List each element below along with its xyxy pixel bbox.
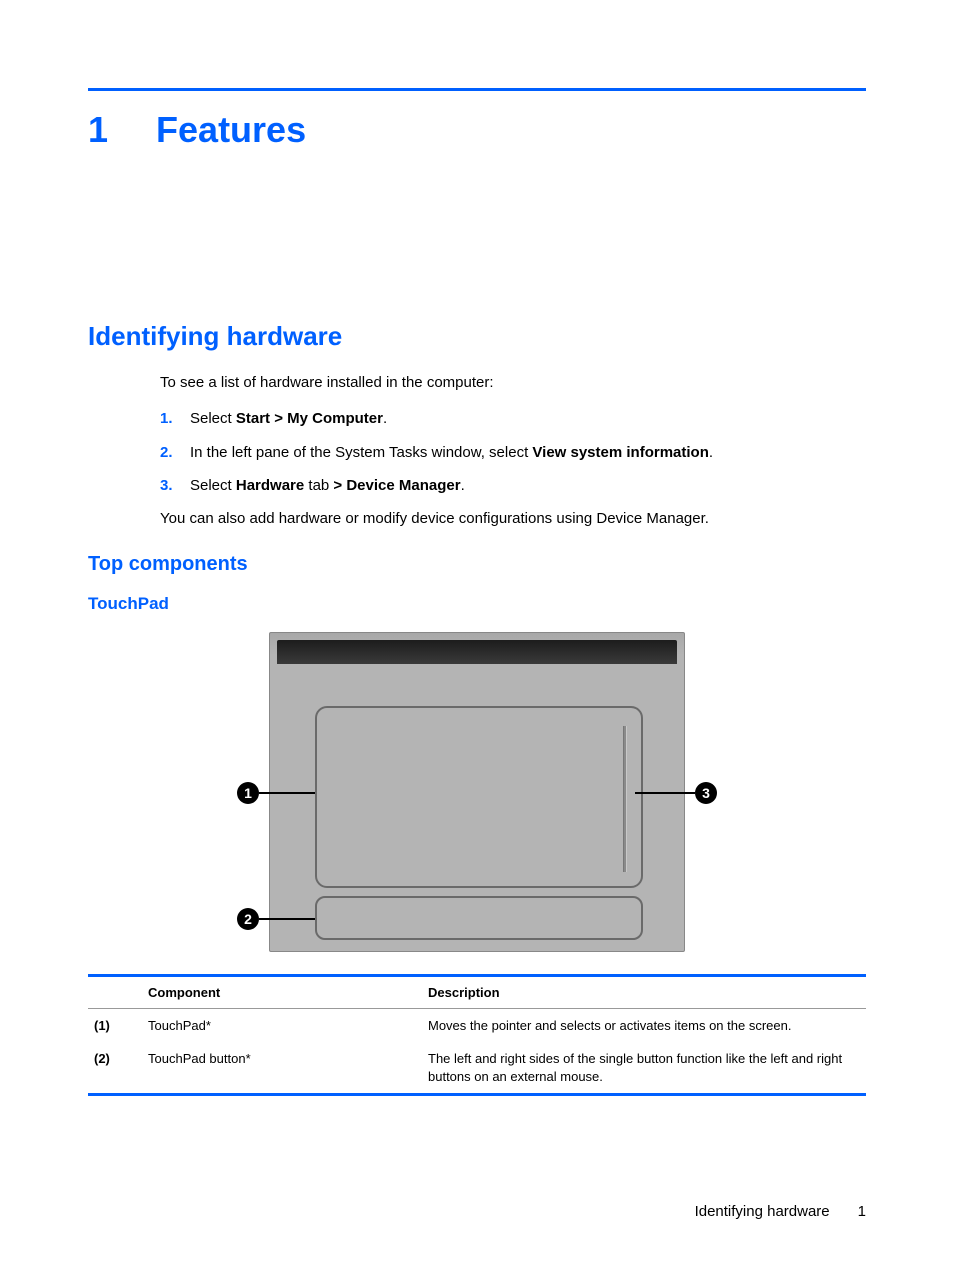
diagram-topbar bbox=[277, 640, 677, 664]
subsection-heading: Top components bbox=[88, 553, 866, 576]
chapter-title: Features bbox=[156, 109, 306, 151]
component-table: Component Description (1) TouchPad* Move… bbox=[88, 974, 866, 1097]
cell-description: Moves the pointer and selects or activat… bbox=[422, 1008, 866, 1042]
diagram-scroll-zone bbox=[623, 726, 627, 872]
step-text: Select Start > My Computer. bbox=[190, 409, 387, 429]
cell-idx: (2) bbox=[88, 1042, 142, 1095]
steps-list: 1. Select Start > My Computer. 2. In the… bbox=[160, 409, 866, 496]
th-description: Description bbox=[422, 975, 866, 1008]
cell-component: TouchPad button* bbox=[142, 1042, 422, 1095]
outro-text: You can also add hardware or modify devi… bbox=[160, 510, 866, 527]
table-row: (2) TouchPad button* The left and right … bbox=[88, 1042, 866, 1095]
footer-section: Identifying hardware bbox=[695, 1203, 830, 1220]
cell-idx: (1) bbox=[88, 1008, 142, 1042]
cell-description: The left and right sides of the single b… bbox=[422, 1042, 866, 1095]
touchpad-diagram: 1 2 3 bbox=[88, 632, 866, 952]
step-number: 2. bbox=[160, 443, 190, 463]
callout-1-lead bbox=[259, 792, 315, 794]
th-blank bbox=[88, 975, 142, 1008]
diagram-touchpad-button bbox=[315, 896, 643, 940]
section-heading: Identifying hardware bbox=[88, 321, 866, 352]
chapter-number: 1 bbox=[88, 109, 108, 151]
top-rule bbox=[88, 88, 866, 91]
step-number: 3. bbox=[160, 476, 190, 496]
table-row: (1) TouchPad* Moves the pointer and sele… bbox=[88, 1008, 866, 1042]
callout-2: 2 bbox=[237, 908, 259, 930]
table-header-row: Component Description bbox=[88, 975, 866, 1008]
step-number: 1. bbox=[160, 409, 190, 429]
chapter-heading: 1 Features bbox=[88, 109, 866, 151]
callout-3: 3 bbox=[695, 782, 717, 804]
diagram-touchpad-surface bbox=[315, 706, 643, 888]
th-component: Component bbox=[142, 975, 422, 1008]
step-text: Select Hardware tab > Device Manager. bbox=[190, 476, 465, 496]
subsubsection-heading: TouchPad bbox=[88, 594, 866, 614]
callout-3-lead bbox=[635, 792, 695, 794]
page-footer: Identifying hardware 1 bbox=[88, 1203, 866, 1220]
step-2: 2. In the left pane of the System Tasks … bbox=[160, 443, 866, 463]
cell-component: TouchPad* bbox=[142, 1008, 422, 1042]
step-text: In the left pane of the System Tasks win… bbox=[190, 443, 713, 463]
callout-2-lead bbox=[259, 918, 315, 920]
intro-text: To see a list of hardware installed in t… bbox=[160, 374, 866, 391]
callout-1: 1 bbox=[237, 782, 259, 804]
step-3: 3. Select Hardware tab > Device Manager. bbox=[160, 476, 866, 496]
step-1: 1. Select Start > My Computer. bbox=[160, 409, 866, 429]
footer-page-number: 1 bbox=[858, 1203, 866, 1220]
